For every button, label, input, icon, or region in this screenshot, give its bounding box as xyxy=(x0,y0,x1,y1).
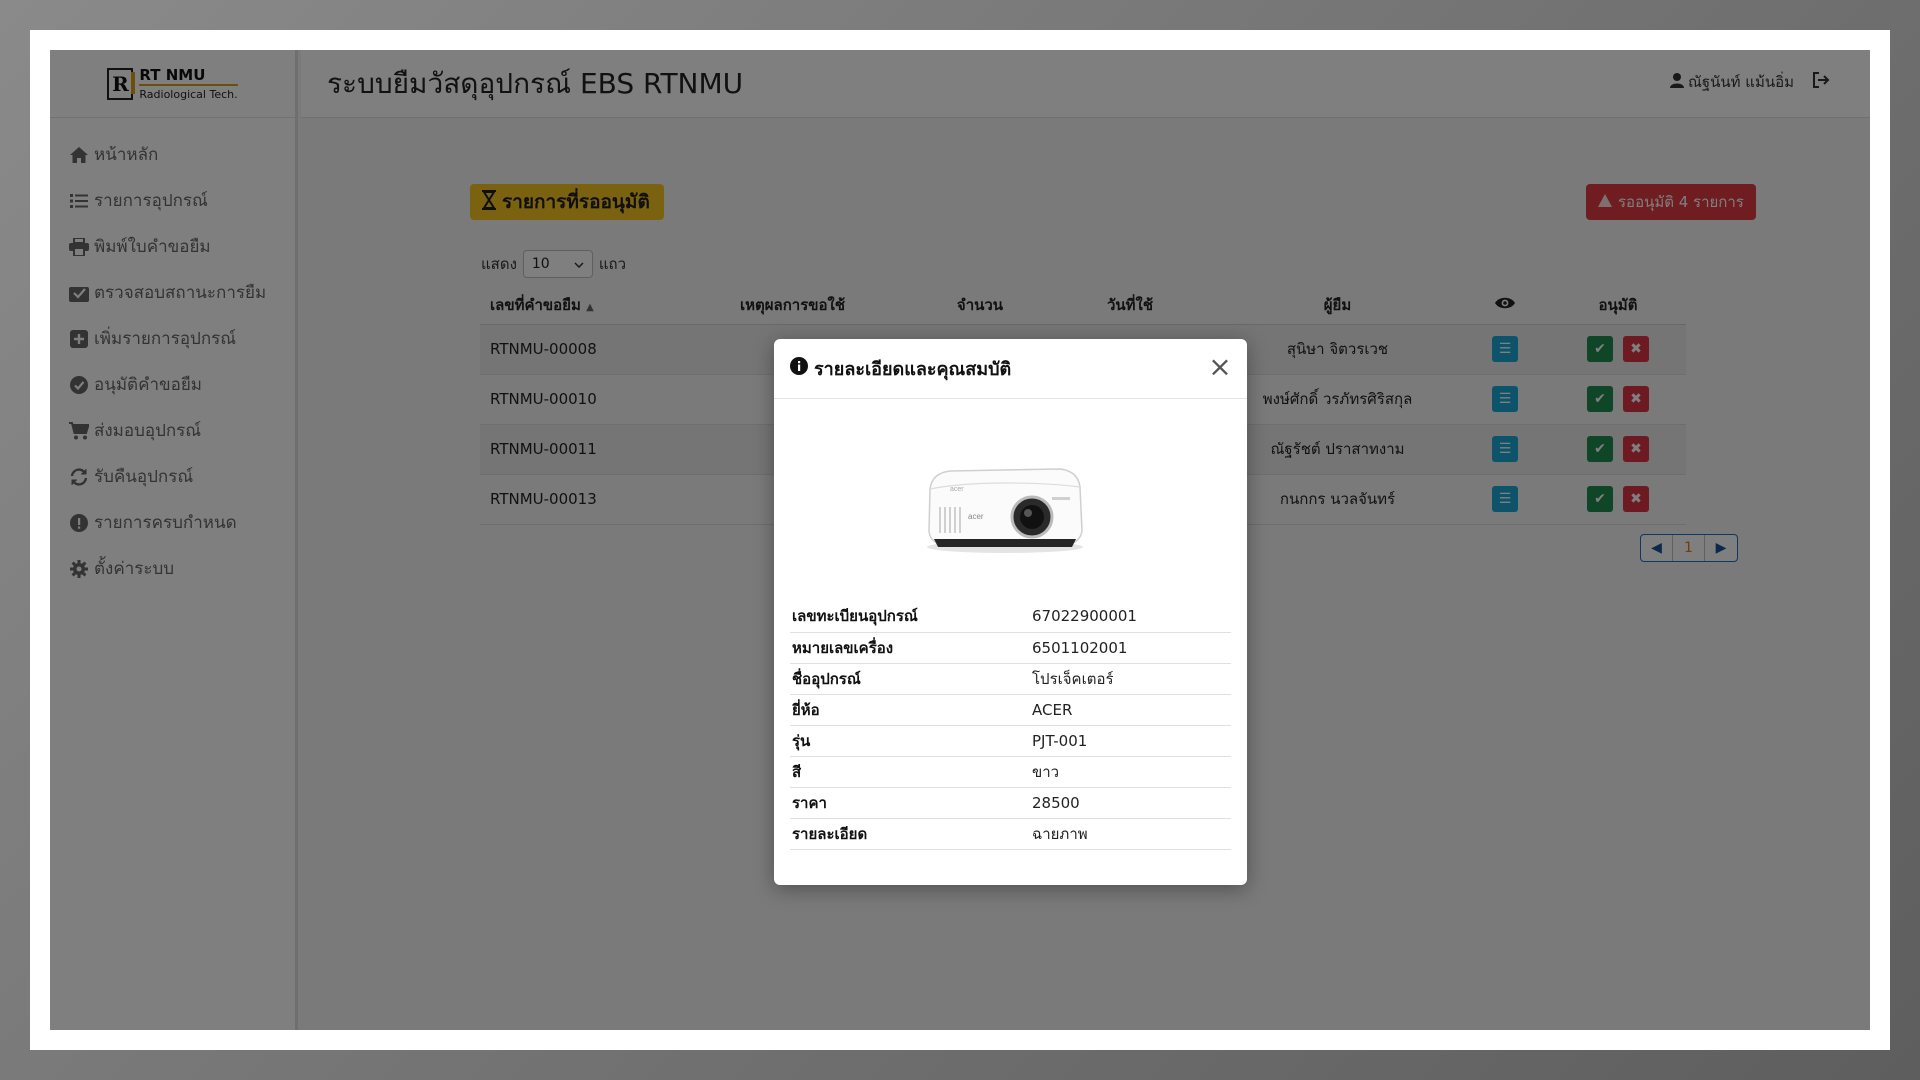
detail-row: ราคา 28500 xyxy=(790,787,1231,819)
detail-row: ชื่ออุปกรณ์ โปรเจ็คเตอร์ xyxy=(790,663,1231,695)
detail-row: หมายเลขเครื่อง 6501102001 xyxy=(790,632,1231,664)
detail-row: เลขทะเบียนอุปกรณ์ 67022900001 xyxy=(790,601,1231,633)
detail-row: สี ขาว xyxy=(790,756,1231,788)
detail-value: 6501102001 xyxy=(1030,632,1231,664)
equipment-details-table: เลขทะเบียนอุปกรณ์ 67022900001 หมายเลขเครื… xyxy=(790,601,1231,850)
equipment-image: acer acer xyxy=(920,457,1090,557)
detail-value: PJT-001 xyxy=(1030,725,1231,757)
detail-value: 67022900001 xyxy=(1030,601,1231,633)
info-icon xyxy=(790,357,808,380)
detail-value: โปรเจ็คเตอร์ xyxy=(1030,663,1231,695)
detail-value: ขาว xyxy=(1030,756,1231,788)
detail-label: รายละเอียด xyxy=(790,818,1030,850)
modal-header: รายละเอียดและคุณสมบัติ xyxy=(774,339,1247,399)
detail-label: เลขทะเบียนอุปกรณ์ xyxy=(790,601,1030,633)
svg-text:acer: acer xyxy=(968,512,984,521)
detail-label: หมายเลขเครื่อง xyxy=(790,632,1030,664)
modal-title: รายละเอียดและคุณสมบัติ xyxy=(814,359,1012,380)
detail-label: รุ่น xyxy=(790,725,1030,757)
detail-row: รายละเอียด ฉายภาพ xyxy=(790,818,1231,850)
detail-label: ชื่ออุปกรณ์ xyxy=(790,663,1030,695)
detail-value: ฉายภาพ xyxy=(1030,818,1231,850)
detail-label: ยี่ห้อ xyxy=(790,694,1030,726)
detail-label: สี xyxy=(790,756,1030,788)
close-icon[interactable]: × xyxy=(1207,353,1233,381)
detail-value: ACER xyxy=(1030,694,1231,726)
screen-frame: R RT NMU Radiological Tech. หน้าหลัก ราย… xyxy=(30,30,1890,1050)
detail-value: 28500 xyxy=(1030,787,1231,819)
detail-row: ยี่ห้อ ACER xyxy=(790,694,1231,726)
detail-label: ราคา xyxy=(790,787,1030,819)
app-window: R RT NMU Radiological Tech. หน้าหลัก ราย… xyxy=(50,50,1870,1030)
details-modal: รายละเอียดและคุณสมบัติ × acer acer เลขทะ… xyxy=(774,339,1247,885)
svg-text:acer: acer xyxy=(950,486,964,493)
detail-row: รุ่น PJT-001 xyxy=(790,725,1231,757)
